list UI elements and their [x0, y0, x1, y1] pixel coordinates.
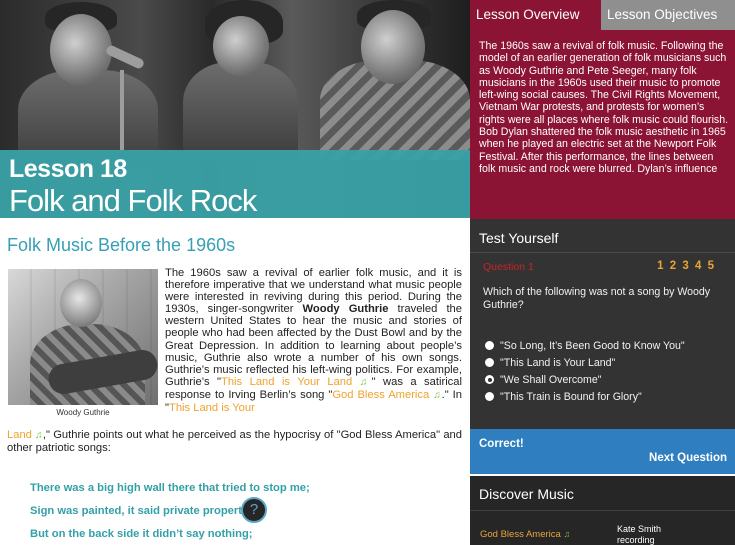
overview-text: The 1960s saw a revival of folk music. F…	[479, 40, 729, 175]
radio-button[interactable]	[485, 358, 494, 367]
question-number-4[interactable]: 4	[695, 260, 702, 272]
answer-option-3[interactable]: "We Shall Overcome"	[485, 371, 685, 388]
article-panel: Folk Music Before the 1960s Woody Guthri…	[0, 218, 470, 545]
lesson-title: Folk and Folk Rock	[9, 183, 257, 218]
help-icon[interactable]: ?	[241, 497, 267, 523]
song-link-god-bless-america[interactable]: God Bless America	[332, 389, 429, 401]
discover-title: Discover Music	[479, 486, 574, 502]
test-yourself-panel: Test Yourself Question 1 1 2 3 4 5 Which…	[470, 219, 735, 429]
question-text: Which of the following was not a song by…	[483, 286, 711, 311]
answer-options: "So Long, It’s Been Good to Know You" "T…	[485, 337, 685, 405]
next-question-button[interactable]: Next Question	[649, 452, 727, 464]
lesson-number: Lesson 18	[9, 155, 127, 183]
section-heading: Folk Music Before the 1960s	[7, 235, 236, 255]
tab-lesson-objectives[interactable]: Lesson Objectives	[601, 0, 735, 30]
article-paragraph-continued: Land ♫," Guthrie points out what he perc…	[7, 429, 462, 455]
answer-option-2[interactable]: "This Land is Your Land"	[485, 354, 685, 371]
music-note-icon: ♫	[563, 529, 571, 539]
music-note-icon[interactable]: ♫	[360, 377, 372, 388]
song-link-this-land-2[interactable]: This Land is Your	[169, 402, 255, 414]
article-paragraph: The 1960s saw a revival of earlier folk …	[165, 267, 462, 415]
radio-button[interactable]	[485, 392, 494, 401]
lyric-line: There was a big high wall there that tri…	[30, 482, 310, 494]
question-label: Question 1	[483, 261, 534, 273]
lesson-hero: Lesson 18 Folk and Folk Rock	[0, 0, 470, 218]
music-note-icon[interactable]: ♫	[433, 390, 441, 401]
overview-panel[interactable]: The 1960s saw a revival of folk music. F…	[470, 30, 735, 219]
feedback-result: Correct!	[479, 438, 524, 450]
radio-button[interactable]	[485, 341, 494, 350]
divider	[470, 510, 735, 511]
photo-caption: Woody Guthrie	[56, 408, 110, 417]
feedback-panel: Correct! Next Question	[470, 429, 735, 474]
answer-option-4[interactable]: "This Train is Bound for Glory"	[485, 388, 685, 405]
hero-photo-singer-1	[0, 0, 170, 170]
question-pager: 1 2 3 4 5	[656, 260, 715, 272]
tab-lesson-overview[interactable]: Lesson Overview	[470, 0, 601, 30]
discover-artist: Kate Smith recording	[617, 524, 662, 545]
answer-option-1[interactable]: "So Long, It’s Been Good to Know You"	[485, 337, 685, 354]
hero-photo-singer-2	[165, 0, 315, 162]
hero-photo-singer-3	[315, 0, 470, 160]
divider	[470, 252, 735, 253]
right-sidebar: Lesson Overview Lesson Objectives The 19…	[470, 0, 735, 545]
lyric-line: But on the back side it didn’t say nothi…	[30, 528, 253, 540]
question-number-5[interactable]: 5	[708, 260, 715, 272]
song-link-this-land[interactable]: This Land is Your Land	[221, 376, 352, 388]
discover-music-panel: Discover Music God Bless America ♫ Kate …	[470, 476, 735, 545]
music-note-icon[interactable]: ♫	[35, 430, 43, 441]
lyric-line: Sign was painted, it said private proper…	[30, 505, 252, 517]
question-number-3[interactable]: 3	[682, 260, 689, 272]
question-number-1[interactable]: 1	[657, 260, 664, 272]
test-title: Test Yourself	[479, 230, 559, 246]
discover-song-link[interactable]: God Bless America ♫	[480, 529, 570, 540]
song-link-this-land-2-cont[interactable]: Land	[7, 429, 32, 441]
woody-guthrie-photo	[8, 269, 158, 405]
question-number-2[interactable]: 2	[670, 260, 677, 272]
radio-button-selected[interactable]	[485, 375, 494, 384]
